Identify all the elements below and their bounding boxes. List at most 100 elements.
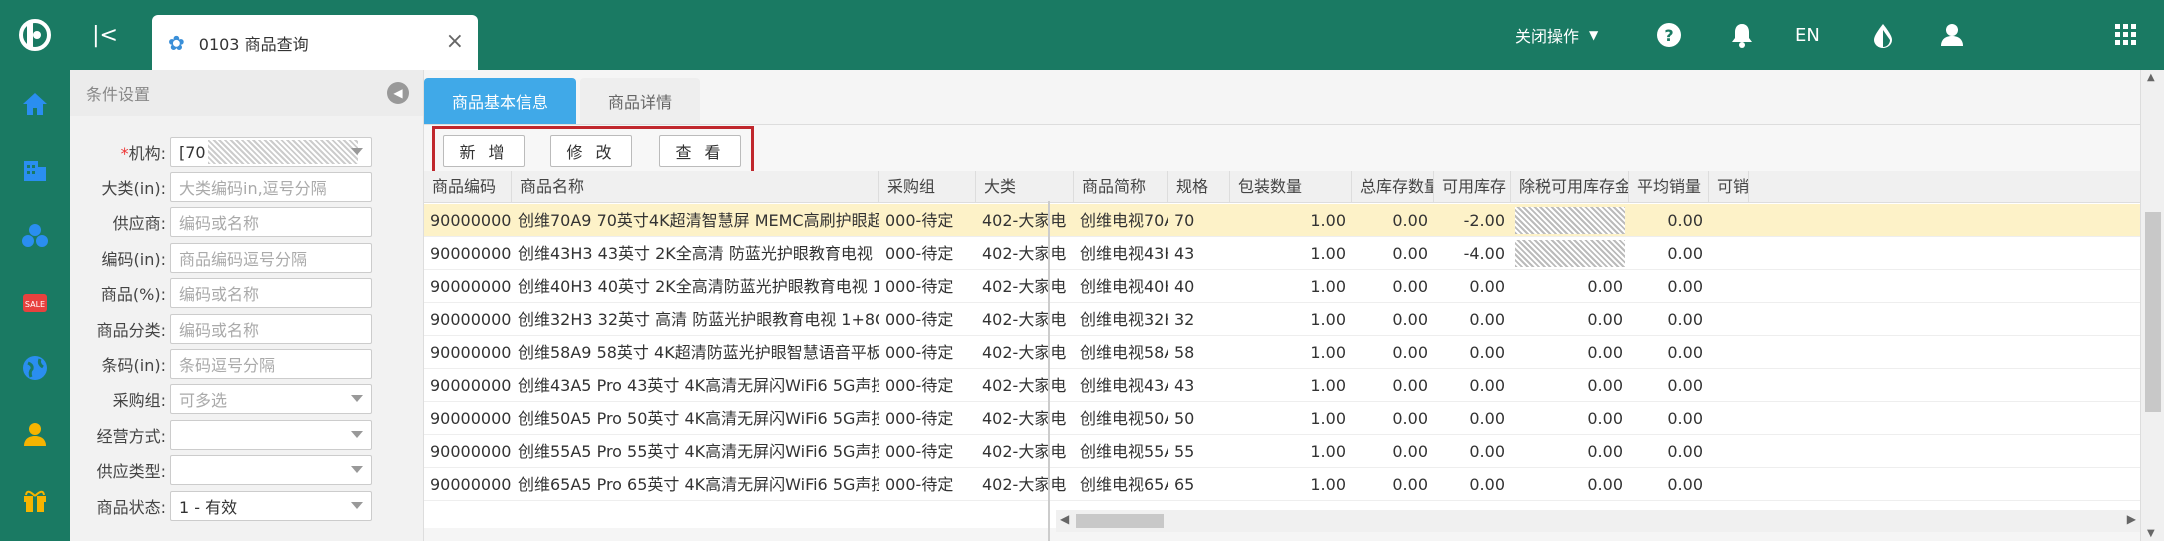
column-header[interactable]: 商品编码 bbox=[424, 171, 512, 203]
filter-select[interactable]: 可多选 bbox=[170, 384, 372, 414]
column-header[interactable]: 大类 bbox=[976, 171, 1074, 203]
globe-icon[interactable] bbox=[15, 348, 55, 388]
table-cell: 创维32H3 32英寸 高清 防蓝光护眼教育电视 1+8G内存超薄全面... bbox=[518, 310, 879, 329]
scroll-left-icon[interactable]: ◀ bbox=[1060, 512, 1069, 526]
filter-label: 采购组: bbox=[112, 391, 166, 410]
table-cell: 创维电视43H3 bbox=[1080, 244, 1168, 263]
table-cell: 000-待定 bbox=[885, 277, 954, 296]
tab-details[interactable]: 商品详情 bbox=[580, 78, 701, 124]
table-cell: 0.00 bbox=[1667, 310, 1703, 329]
vertical-scroll-thumb[interactable] bbox=[2145, 212, 2161, 412]
filter-label: 供应类型: bbox=[96, 462, 166, 481]
column-header[interactable]: 包装数量 bbox=[1230, 171, 1352, 203]
column-header[interactable]: 总库存数量 bbox=[1352, 171, 1434, 203]
condition-panel-header: 条件设置 ◀ bbox=[70, 70, 423, 116]
close-ops-dropdown[interactable]: 关闭操作 ▼ bbox=[1515, 0, 1598, 70]
close-tab-icon[interactable]: × bbox=[446, 29, 464, 54]
redacted-mask bbox=[1515, 240, 1625, 267]
column-header[interactable]: 采购组 bbox=[879, 171, 976, 203]
column-header[interactable]: 可用库存 bbox=[1434, 171, 1511, 203]
filter-input[interactable]: 条码逗号分隔 bbox=[170, 349, 372, 379]
scroll-right-icon[interactable]: ▶ bbox=[2127, 512, 2136, 526]
scroll-down-icon[interactable]: ▼ bbox=[2147, 528, 2155, 539]
table-cell: 0.00 bbox=[1469, 442, 1505, 461]
table-cell: 40 bbox=[1174, 277, 1195, 296]
table-row[interactable]: 90000000001 创维70A9 70英寸4K超清智慧屏 MEMC高刷护眼超薄… bbox=[424, 204, 2140, 237]
tab-title: 0103 商品查询 bbox=[198, 34, 309, 54]
table-cell: 创维电视50A5... bbox=[1080, 409, 1168, 428]
app-logo[interactable] bbox=[0, 0, 70, 70]
filter-select[interactable] bbox=[170, 420, 372, 450]
filter-row: 商品(%): 编码或名称 bbox=[70, 277, 424, 309]
home-icon[interactable] bbox=[15, 84, 55, 124]
sale-tag-icon[interactable]: SALE bbox=[15, 282, 55, 322]
filter-label: 编码(in): bbox=[101, 250, 166, 269]
horizontal-scrollbar[interactable]: ◀ ▶ bbox=[1056, 510, 2140, 532]
tab-basic-info[interactable]: 商品基本信息 bbox=[424, 78, 577, 124]
table-row[interactable]: 90000000005 创维58A9 58英寸 4K超清防蓝光护眼智慧语音平板电视… bbox=[424, 336, 2140, 369]
table-cell: 0.00 bbox=[1392, 277, 1428, 296]
grid-header: 商品编码商品名称采购组大类商品简称规格包装数量总库存数量可用库存除税可用库存金额… bbox=[424, 171, 2140, 203]
table-row[interactable]: 90000000003 创维40H3 40英寸 2K全高清防蓝光护眼教育电视 1+… bbox=[424, 270, 2140, 303]
table-row[interactable]: 90000000008 创维55A5 Pro 55英寸 4K高清无屏闪WiFi6 … bbox=[424, 435, 2140, 468]
filter-input[interactable]: 商品编码逗号分隔 bbox=[170, 243, 372, 273]
cubes-icon[interactable] bbox=[15, 216, 55, 256]
vertical-scrollbar[interactable]: ▲ ▼ bbox=[2140, 70, 2164, 541]
table-cell: 000-待定 bbox=[885, 343, 954, 362]
user-worker-icon[interactable] bbox=[15, 414, 55, 454]
filter-input[interactable]: 编码或名称 bbox=[170, 278, 372, 308]
table-row[interactable]: 90000000009 创维65A5 Pro 65英寸 4K高清无屏闪WiFi6 … bbox=[424, 468, 2140, 501]
column-header[interactable]: 规格 bbox=[1168, 171, 1230, 203]
filter-input[interactable]: 编码或名称 bbox=[170, 207, 372, 237]
filter-select[interactable]: 1 - 有效 bbox=[170, 491, 372, 521]
filter-input[interactable]: 编码或名称 bbox=[170, 314, 372, 344]
table-cell: 0.00 bbox=[1469, 376, 1505, 395]
caret-down-icon bbox=[351, 502, 363, 509]
filter-select[interactable]: [70 bbox=[170, 137, 372, 167]
table-cell: -2.00 bbox=[1463, 211, 1505, 230]
table-row[interactable]: 90000000006 创维43A5 Pro 43英寸 4K高清无屏闪WiFi6 … bbox=[424, 369, 2140, 402]
close-ops-label: 关闭操作 bbox=[1515, 27, 1580, 46]
tab-product-query[interactable]: ✿ 0103 商品查询 × bbox=[152, 15, 478, 70]
table-cell: 0.00 bbox=[1469, 343, 1505, 362]
filter-placeholder: 编码或名称 bbox=[179, 285, 260, 304]
gift-icon[interactable] bbox=[15, 480, 55, 520]
user-icon[interactable] bbox=[1940, 0, 1964, 70]
table-cell: 65 bbox=[1174, 475, 1195, 494]
horizontal-scroll-thumb[interactable] bbox=[1076, 514, 1164, 528]
help-icon[interactable]: ? bbox=[1656, 0, 1682, 70]
filter-row: 商品分类: 编码或名称 bbox=[70, 313, 424, 345]
theme-icon[interactable] bbox=[1872, 0, 1894, 70]
table-cell: 0.00 bbox=[1469, 277, 1505, 296]
condition-panel: 条件设置 ◀ *机构: [70 大类(in): 大类编码in,逗号分隔 供应商: 编码或名… bbox=[70, 70, 424, 541]
table-cell: 创维电视55A5... bbox=[1080, 442, 1168, 461]
column-header[interactable]: 除税可用库存金额 bbox=[1511, 171, 1629, 203]
language-toggle[interactable]: EN bbox=[1795, 0, 1820, 70]
filter-row: 供应商: 编码或名称 bbox=[70, 206, 424, 238]
filter-row: 商品状态: 1 - 有效 bbox=[70, 490, 424, 522]
table-cell: 90000000008 bbox=[430, 442, 512, 461]
filter-label: 商品分类: bbox=[96, 321, 166, 340]
bell-icon[interactable] bbox=[1730, 0, 1754, 70]
column-header[interactable]: 商品简称 bbox=[1074, 171, 1168, 203]
apps-grid-icon[interactable] bbox=[2115, 0, 2137, 70]
table-cell: 55 bbox=[1174, 442, 1195, 461]
column-header[interactable]: 商品名称 bbox=[512, 171, 879, 203]
column-header[interactable]: 可销 bbox=[1709, 171, 1749, 203]
table-row[interactable]: 90000000004 创维32H3 32英寸 高清 防蓝光护眼教育电视 1+8G… bbox=[424, 303, 2140, 336]
building-icon[interactable] bbox=[15, 150, 55, 190]
table-cell: 创维电视70A9 bbox=[1080, 211, 1168, 230]
filter-row: 大类(in): 大类编码in,逗号分隔 bbox=[70, 171, 424, 203]
table-row[interactable]: 90000000007 创维50A5 Pro 50英寸 4K高清无屏闪WiFi6 … bbox=[424, 402, 2140, 435]
collapse-panel-icon[interactable]: ◀ bbox=[387, 82, 409, 104]
filter-placeholder: 条码逗号分隔 bbox=[179, 356, 276, 375]
filter-input[interactable]: 大类编码in,逗号分隔 bbox=[170, 172, 372, 202]
filter-select[interactable] bbox=[170, 455, 372, 485]
table-row[interactable]: 90000000002 创维43H3 43英寸 2K全高清 防蓝光护眼教育电视 1… bbox=[424, 237, 2140, 270]
filter-label: 大类(in): bbox=[101, 179, 166, 198]
column-header[interactable]: 平均销量 bbox=[1629, 171, 1709, 203]
table-cell: 402-大家电 bbox=[982, 244, 1067, 263]
scroll-up-icon[interactable]: ▲ bbox=[2147, 72, 2155, 83]
collapse-menu-icon[interactable]: |< bbox=[90, 20, 120, 50]
table-cell: 1.00 bbox=[1310, 343, 1346, 362]
